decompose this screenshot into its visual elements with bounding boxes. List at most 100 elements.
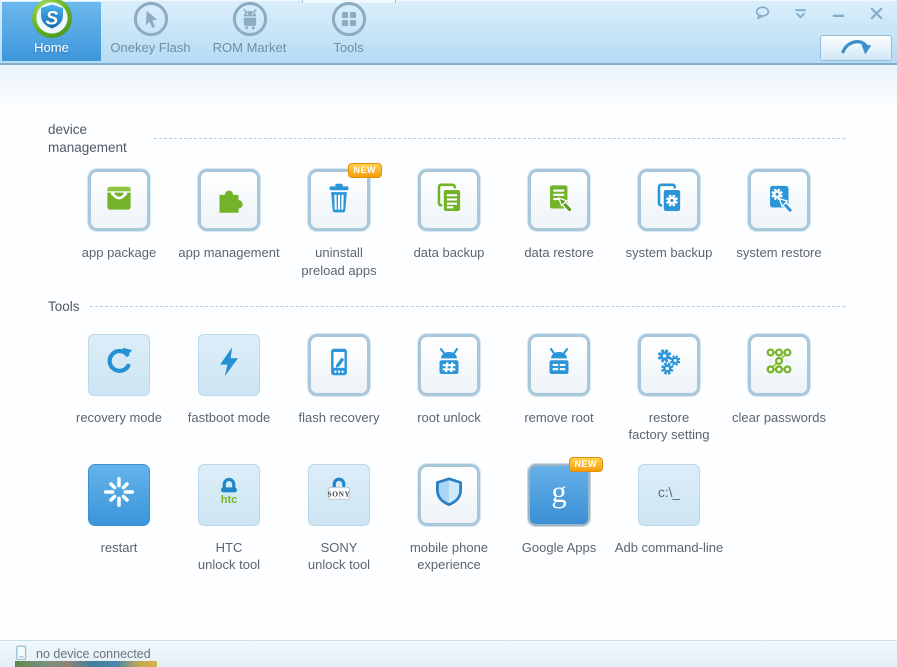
main-content: device management app package app manageme… xyxy=(0,65,897,640)
svg-text:g: g xyxy=(551,475,566,509)
sony-lock-icon: SONY xyxy=(320,473,358,516)
tab-tools[interactable]: Tools xyxy=(299,1,398,61)
tab-label-home: Home xyxy=(34,40,69,55)
header: S Home Onekey Flash ROM Market Tools xyxy=(0,0,897,65)
tool-grid: recovery mode fastboot mode flash recovery… xyxy=(64,333,848,594)
trash-icon xyxy=(320,179,358,222)
uninstall-preload-apps-button[interactable]: NEW xyxy=(308,163,382,232)
svg-text:c:\_: c:\_ xyxy=(658,485,680,500)
remove-root-button[interactable] xyxy=(528,333,590,396)
shield-icon xyxy=(430,473,468,516)
android-robot-icon xyxy=(231,0,269,38)
flash-recovery-button[interactable] xyxy=(308,333,370,396)
puzzle-icon xyxy=(210,179,248,222)
tool-item-flash-recovery: flash recovery xyxy=(284,333,394,464)
refresh-arrow-icon xyxy=(100,343,138,386)
tool-label: app management xyxy=(178,245,280,261)
svg-text:S: S xyxy=(45,9,58,30)
tool-item-htc-unlock-tool: htc HTC unlock tool xyxy=(174,463,284,594)
gear-restore-blue-icon xyxy=(760,179,798,222)
tool-item-data-restore: data restore xyxy=(504,169,614,287)
restart-button[interactable] xyxy=(88,463,150,526)
tab-rom-market[interactable]: ROM Market xyxy=(200,0,299,61)
tool-item-restart: restart xyxy=(64,463,174,594)
tool-item-mobile-phone-experience: mobile phone experience xyxy=(394,463,504,594)
tool-label: data restore xyxy=(524,245,594,261)
tool-item-data-backup: data backup xyxy=(394,169,504,287)
tool-label: SONY unlock tool xyxy=(307,539,371,573)
tool-item-system-backup: system backup xyxy=(614,169,724,287)
tool-label: flash recovery xyxy=(298,409,380,425)
tool-label: mobile phone experience xyxy=(409,539,489,573)
pattern-lock-icon xyxy=(760,343,798,386)
sony-unlock-tool-button[interactable]: SONY xyxy=(308,463,370,526)
system-backup-button[interactable] xyxy=(638,169,700,232)
android-unlock-icon xyxy=(430,343,468,386)
tool-item-recovery-mode: recovery mode xyxy=(64,333,174,464)
android-remove-icon xyxy=(540,343,578,386)
tool-item-fastboot-mode: fastboot mode xyxy=(174,333,284,464)
tab-onekey-flash[interactable]: Onekey Flash xyxy=(101,0,200,61)
clear-passwords-button[interactable] xyxy=(748,333,810,396)
tab-home[interactable]: S Home xyxy=(2,0,101,61)
tab-label-onekey-flash: Onekey Flash xyxy=(110,40,191,55)
root-unlock-button[interactable] xyxy=(418,333,480,396)
desktop-sliver xyxy=(15,661,157,667)
tool-label: recovery mode xyxy=(76,409,162,425)
restore-factory-setting-button[interactable] xyxy=(638,333,700,396)
tab-label-rom-market: ROM Market xyxy=(212,40,287,55)
tool-item-clear-passwords: clear passwords xyxy=(724,333,834,464)
tool-label: restart xyxy=(100,539,138,555)
shuame-logo: S xyxy=(30,0,74,38)
app-management-button[interactable] xyxy=(198,169,260,232)
section-title: device management xyxy=(48,122,127,155)
tool-grid: app package app management NEW uninstall pr… xyxy=(64,163,848,287)
tool-item-app-package: app package xyxy=(64,169,174,287)
feedback-button[interactable] xyxy=(749,3,775,23)
tool-label: system backup xyxy=(625,245,713,261)
section-head: Tools xyxy=(48,298,845,316)
restart-spinner-icon xyxy=(100,473,138,516)
tool-label: clear passwords xyxy=(732,409,826,425)
tool-label: HTC unlock tool xyxy=(197,539,261,573)
redirect-arrow-button[interactable] xyxy=(820,35,892,61)
section-device-management: device management app package app manageme… xyxy=(48,121,845,287)
data-restore-button[interactable] xyxy=(528,169,590,232)
new-badge: NEW xyxy=(568,456,603,472)
skin-menu-button[interactable] xyxy=(787,3,813,23)
close-button[interactable] xyxy=(863,3,889,23)
google-g-icon: g xyxy=(540,473,578,516)
system-restore-button[interactable] xyxy=(748,169,810,232)
docs-gear-blue-icon xyxy=(650,179,688,222)
tool-item-uninstall-preload-apps: NEW uninstall preload apps xyxy=(284,163,394,287)
svg-text:SONY: SONY xyxy=(327,490,350,499)
adb-command-line-button[interactable]: c:\_ xyxy=(638,463,700,526)
tool-label: Google Apps xyxy=(521,539,597,555)
tab-label-tools: Tools xyxy=(333,40,364,55)
onekey-cursor-icon xyxy=(132,0,170,38)
svg-text:htc: htc xyxy=(221,494,238,506)
tool-item-restore-factory-setting: restore factory setting xyxy=(614,333,724,464)
minimize-button[interactable] xyxy=(825,3,851,23)
fastboot-mode-button[interactable] xyxy=(198,333,260,396)
tool-label: Adb command-line xyxy=(614,539,724,555)
htc-lock-icon: htc xyxy=(210,473,248,516)
recovery-mode-button[interactable] xyxy=(88,333,150,396)
tool-item-remove-root: remove root xyxy=(504,333,614,464)
htc-unlock-tool-button[interactable]: htc xyxy=(198,463,260,526)
section-divider xyxy=(89,306,845,308)
tool-label: data backup xyxy=(413,245,485,261)
section-divider xyxy=(154,138,845,140)
section-title: Tools xyxy=(48,299,80,315)
tool-label: uninstall preload apps xyxy=(301,245,377,278)
tool-item-sony-unlock-tool: SONY SONY unlock tool xyxy=(284,463,394,594)
mobile-phone-experience-button[interactable] xyxy=(418,463,480,526)
tool-label: root unlock xyxy=(417,409,481,425)
new-badge: NEW xyxy=(347,163,382,179)
data-backup-button[interactable] xyxy=(418,169,480,232)
docs-green-icon xyxy=(430,179,468,222)
app-package-button[interactable] xyxy=(88,169,150,232)
tool-label: fastboot mode xyxy=(187,409,271,425)
google-apps-button[interactable]: g NEW xyxy=(528,456,603,526)
section-tools: Tools recovery mode fastboot mode flash rec… xyxy=(48,298,845,594)
